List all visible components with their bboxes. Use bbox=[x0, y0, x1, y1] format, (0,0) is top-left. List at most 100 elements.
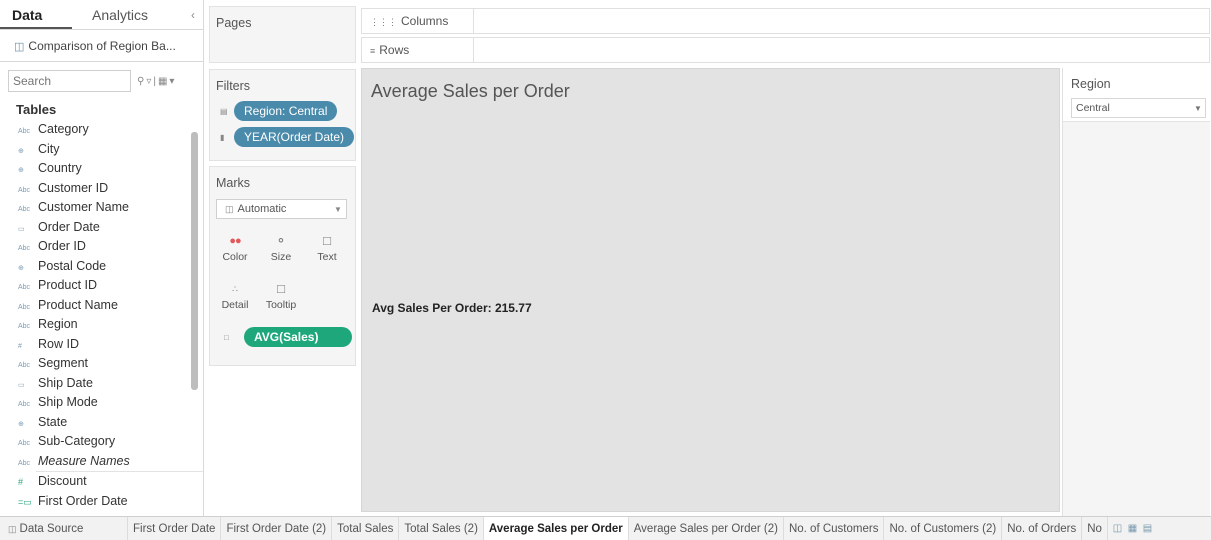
marks-title: Marks bbox=[216, 176, 251, 190]
view-title[interactable]: Average Sales per Order bbox=[371, 81, 570, 102]
filter-pill-region[interactable]: Region: Central bbox=[234, 101, 338, 121]
mark-type-dropdown[interactable]: ◫ Automatic ▼ bbox=[216, 199, 347, 219]
database-icon: ◫ bbox=[8, 523, 17, 534]
tab-tools: ◫ ▦ ▤ bbox=[1110, 523, 1155, 534]
string-type-icon: Abc bbox=[18, 206, 31, 213]
size-icon: ⚬ bbox=[275, 233, 287, 248]
calc-date-type-icon: =▭ bbox=[18, 496, 32, 507]
new-story-icon[interactable]: ▤ bbox=[1140, 523, 1155, 534]
sheet-tab[interactable]: No. of Customers bbox=[784, 517, 885, 540]
field-item[interactable]: ⊕ Postal Code bbox=[18, 257, 203, 277]
field-item[interactable]: ▭ Ship Date bbox=[18, 374, 203, 394]
search-input[interactable] bbox=[8, 70, 131, 92]
rows-shelf[interactable]: ≡ Rows bbox=[361, 37, 1210, 63]
string-type-icon: Abc bbox=[18, 245, 31, 252]
sheet-tab[interactable]: First Order Date bbox=[128, 517, 222, 540]
field-item[interactable]: ⊕ City bbox=[18, 140, 203, 160]
data-pane: Data Analytics ‹ ◫ Comparison of Region B… bbox=[0, 0, 204, 516]
sheet-tab[interactable]: First Order Date (2) bbox=[221, 517, 333, 540]
text-icon: □ bbox=[323, 233, 331, 248]
text-button[interactable]: □ Text bbox=[306, 229, 348, 271]
tab-data[interactable]: Data bbox=[0, 0, 72, 29]
worksheet-view[interactable]: Average Sales per Order Avg Sales Per Or… bbox=[361, 68, 1060, 512]
field-item[interactable]: Abc Customer Name bbox=[18, 198, 203, 218]
field-item[interactable]: Abc Segment bbox=[18, 354, 203, 374]
field-item[interactable]: Abc Sub-Category bbox=[18, 432, 203, 452]
field-item[interactable]: Abc Category bbox=[18, 120, 203, 140]
region-filter-dropdown[interactable]: Central ▼ bbox=[1071, 98, 1206, 118]
sheet-tab-bar: ◫ Data Source First Order Date First Orde… bbox=[0, 516, 1211, 540]
field-item[interactable]: # Discount bbox=[18, 472, 203, 492]
color-button[interactable]: ●● Color bbox=[214, 229, 256, 271]
region-filter-title: Region bbox=[1071, 77, 1111, 91]
pane-tabs: Data Analytics ‹ bbox=[0, 0, 203, 30]
sheet-tab[interactable]: Average Sales per Order (2) bbox=[629, 517, 784, 540]
field-item[interactable]: Abc Region bbox=[18, 315, 203, 335]
rows-icon: ≡ bbox=[370, 46, 376, 56]
tables-heading: Tables bbox=[16, 102, 57, 117]
filter-row: ▮ YEAR(Order Date) bbox=[210, 126, 355, 148]
date-filter-icon: ▮ bbox=[220, 132, 225, 142]
rows-shelf-label: ≡ Rows bbox=[362, 38, 474, 62]
detail-button[interactable]: ∴ Detail bbox=[214, 277, 256, 319]
pages-title: Pages bbox=[216, 16, 252, 30]
field-item[interactable]: Abc Product Name bbox=[18, 296, 203, 316]
marks-field-row: □ AVG(Sales) bbox=[210, 327, 355, 347]
field-item[interactable]: Abc Order ID bbox=[18, 237, 203, 257]
string-type-icon: Abc bbox=[18, 323, 31, 330]
datasource-item[interactable]: ◫ Comparison of Region Ba... bbox=[0, 30, 203, 62]
collapse-pane-icon[interactable]: ‹ bbox=[183, 0, 203, 29]
filter-pill-year[interactable]: YEAR(Order Date) bbox=[234, 127, 355, 147]
view-options-icon[interactable]: ▦▾ bbox=[158, 76, 176, 87]
field-item[interactable]: ⊕ State bbox=[18, 413, 203, 433]
view-text-mark[interactable]: Avg Sales Per Order: 215.77 bbox=[372, 301, 532, 315]
tab-analytics[interactable]: Analytics bbox=[72, 0, 182, 29]
filter-pill-icon: ▤ bbox=[220, 106, 228, 116]
field-item[interactable]: ▭ Order Date bbox=[18, 218, 203, 238]
string-type-icon: Abc bbox=[18, 284, 31, 291]
chevron-down-icon: ▼ bbox=[334, 204, 342, 214]
field-item[interactable]: =▭ First Order Date bbox=[18, 492, 203, 511]
size-button[interactable]: ⚬ Size bbox=[260, 229, 302, 271]
sheet-tab-active[interactable]: Average Sales per Order bbox=[483, 517, 629, 540]
new-worksheet-icon[interactable]: ◫ bbox=[1110, 523, 1125, 534]
field-item[interactable]: Abc Customer ID bbox=[18, 179, 203, 199]
sheet-tab[interactable]: Total Sales (2) bbox=[399, 517, 484, 540]
region-filter-card: Region Central ▼ bbox=[1063, 68, 1210, 122]
filters-title: Filters bbox=[216, 79, 251, 93]
field-item[interactable]: # Row ID bbox=[18, 335, 203, 355]
sheet-tab[interactable]: No bbox=[1082, 517, 1108, 540]
columns-icon: ⋮⋮⋮ bbox=[370, 17, 397, 27]
marks-buttons: ●● Color ⚬ Size □ Text ∴ Detail □ Toolti… bbox=[210, 229, 355, 325]
sheet-tab[interactable]: Total Sales bbox=[332, 517, 400, 540]
string-type-icon: Abc bbox=[18, 128, 31, 135]
field-item[interactable]: Abc Ship Mode bbox=[18, 393, 203, 413]
field-list-scrollbar[interactable] bbox=[191, 132, 198, 390]
string-type-icon: Abc bbox=[18, 459, 31, 467]
filter-icon[interactable]: ▿ bbox=[146, 76, 153, 87]
search-tools: ⚲▿|▦▾ bbox=[137, 75, 177, 87]
tooltip-icon: □ bbox=[277, 281, 285, 296]
chevron-down-icon: ▼ bbox=[1194, 103, 1202, 113]
sheet-tab[interactable]: No. of Orders bbox=[1002, 517, 1083, 540]
mark-type-icon: ◫ bbox=[225, 203, 234, 214]
new-dashboard-icon[interactable]: ▦ bbox=[1125, 523, 1140, 534]
field-item[interactable]: ⊕ Country bbox=[18, 159, 203, 179]
pages-card[interactable]: Pages bbox=[209, 6, 356, 63]
search-icon[interactable]: ⚲ bbox=[137, 76, 146, 87]
avg-sales-pill[interactable]: AVG(Sales) bbox=[244, 327, 352, 347]
columns-shelf-label: ⋮⋮⋮ Columns bbox=[362, 9, 474, 33]
tooltip-button[interactable]: □ Tooltip bbox=[260, 277, 302, 319]
columns-shelf[interactable]: ⋮⋮⋮ Columns bbox=[361, 8, 1210, 34]
field-item[interactable]: Abc Measure Names bbox=[18, 452, 203, 472]
string-type-icon: Abc bbox=[18, 401, 31, 408]
filters-card[interactable]: Filters ▤ Region: Central ▮ YEAR(Order D… bbox=[209, 69, 356, 161]
region-filter-value: Central bbox=[1076, 102, 1110, 114]
text-encoding-icon: □ bbox=[224, 332, 229, 342]
field-item[interactable]: Abc Product ID bbox=[18, 276, 203, 296]
tab-data-source[interactable]: ◫ Data Source bbox=[0, 517, 128, 540]
search-row: ⚲▿|▦▾ bbox=[8, 68, 195, 94]
mark-type-value: Automatic bbox=[237, 203, 287, 215]
filter-panel: Region Central ▼ bbox=[1062, 68, 1210, 516]
sheet-tab[interactable]: No. of Customers (2) bbox=[884, 517, 1003, 540]
